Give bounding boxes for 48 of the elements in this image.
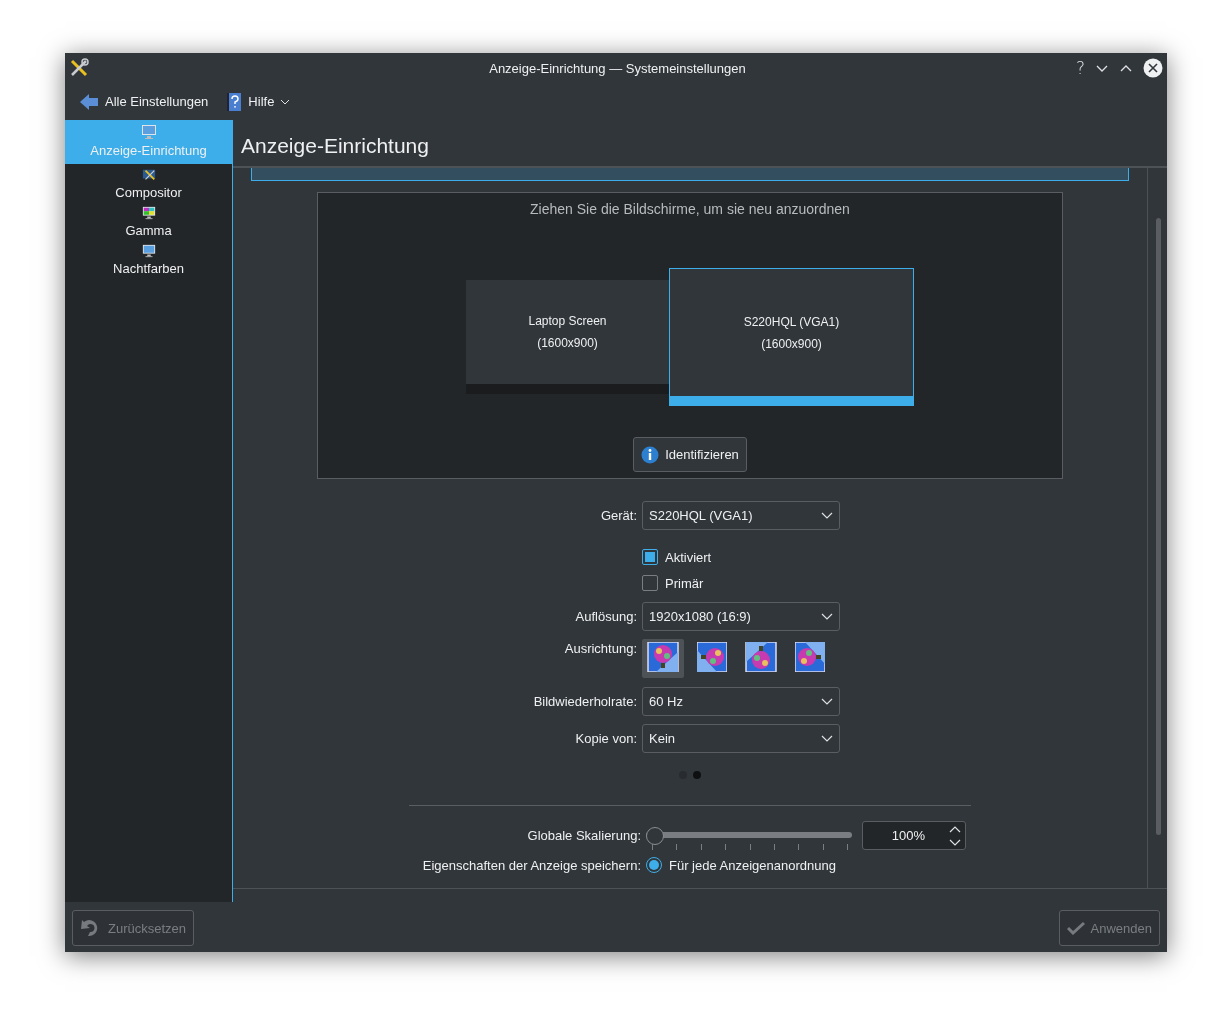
caret-icon [821,612,833,621]
caret-icon [821,734,833,743]
sidebar-item[interactable]: Nachtfarben [65,240,232,278]
scaling-label: Globale Skalierung: [527,828,641,843]
device-dropdown[interactable]: S220HQL (VGA1) [642,501,840,530]
close-icon[interactable] [1143,58,1163,78]
refresh-rate-dropdown[interactable]: 60 Hz [642,687,840,716]
window-title: Anzeige-Einrichtung — Systemeinstellungen [488,60,747,76]
page-dot[interactable] [693,771,701,779]
scaling-spinbox[interactable]: 100% [862,821,966,850]
device-label: Gerät: [600,507,637,523]
sidebar-item[interactable]: Compositor [65,164,232,202]
copy-from-label: Kopie von: [575,730,637,746]
orientation-button[interactable] [642,639,684,678]
sidebar-item[interactable]: Gamma [65,202,232,240]
info-icon [641,445,660,464]
identify-button[interactable]: Identifizieren [633,437,747,472]
balloon-picture-icon [743,642,779,672]
balloon-picture-icon [697,642,727,672]
balloon-picture-icon [645,642,681,672]
refresh-rate-label: Bildwiederholrate: [533,693,637,709]
back-arrow-icon [79,92,99,111]
radio-button[interactable]: Für jede Anzeigenanordnung [646,852,976,878]
save-properties-label: Eigenschaften der Anzeige speichern: [422,857,641,873]
tools-icon [69,58,89,78]
monitor-icon [140,124,157,140]
color-monitor-icon [140,206,157,220]
caret-icon [280,98,291,105]
caret-icon [821,511,833,520]
orientation-label: Ausrichtung: [564,640,637,656]
checkmark-icon [1066,921,1085,935]
resolution-dropdown[interactable]: 1920x1080 (16:9) [642,602,840,631]
help-menu-button[interactable]: Hilfe [224,89,293,114]
monitor-tile[interactable]: Laptop Screen (1600x900) [466,280,669,394]
help-button[interactable]: ? [1075,58,1085,78]
spin-arrows-icon[interactable] [949,824,961,847]
monitor-tools-icon [140,168,157,182]
help-book-icon [226,91,243,112]
caret-icon [821,697,833,706]
balloon-picture-icon [795,642,825,672]
arrangement-hint: Ziehen Sie die Bildschirme, um sie neu anzuordnen [530,201,850,217]
checkbox[interactable]: Primär [642,570,840,596]
checkbox[interactable]: Aktiviert [642,544,840,570]
monitor-tile[interactable]: S220HQL (VGA1) (1600x900) [669,268,914,406]
copy-from-dropdown[interactable]: Kein [642,724,840,753]
monitor-icon [140,244,157,258]
all-settings-button[interactable]: Alle Einstellungen [77,90,211,113]
resolution-label: Auflösung: [575,608,637,624]
